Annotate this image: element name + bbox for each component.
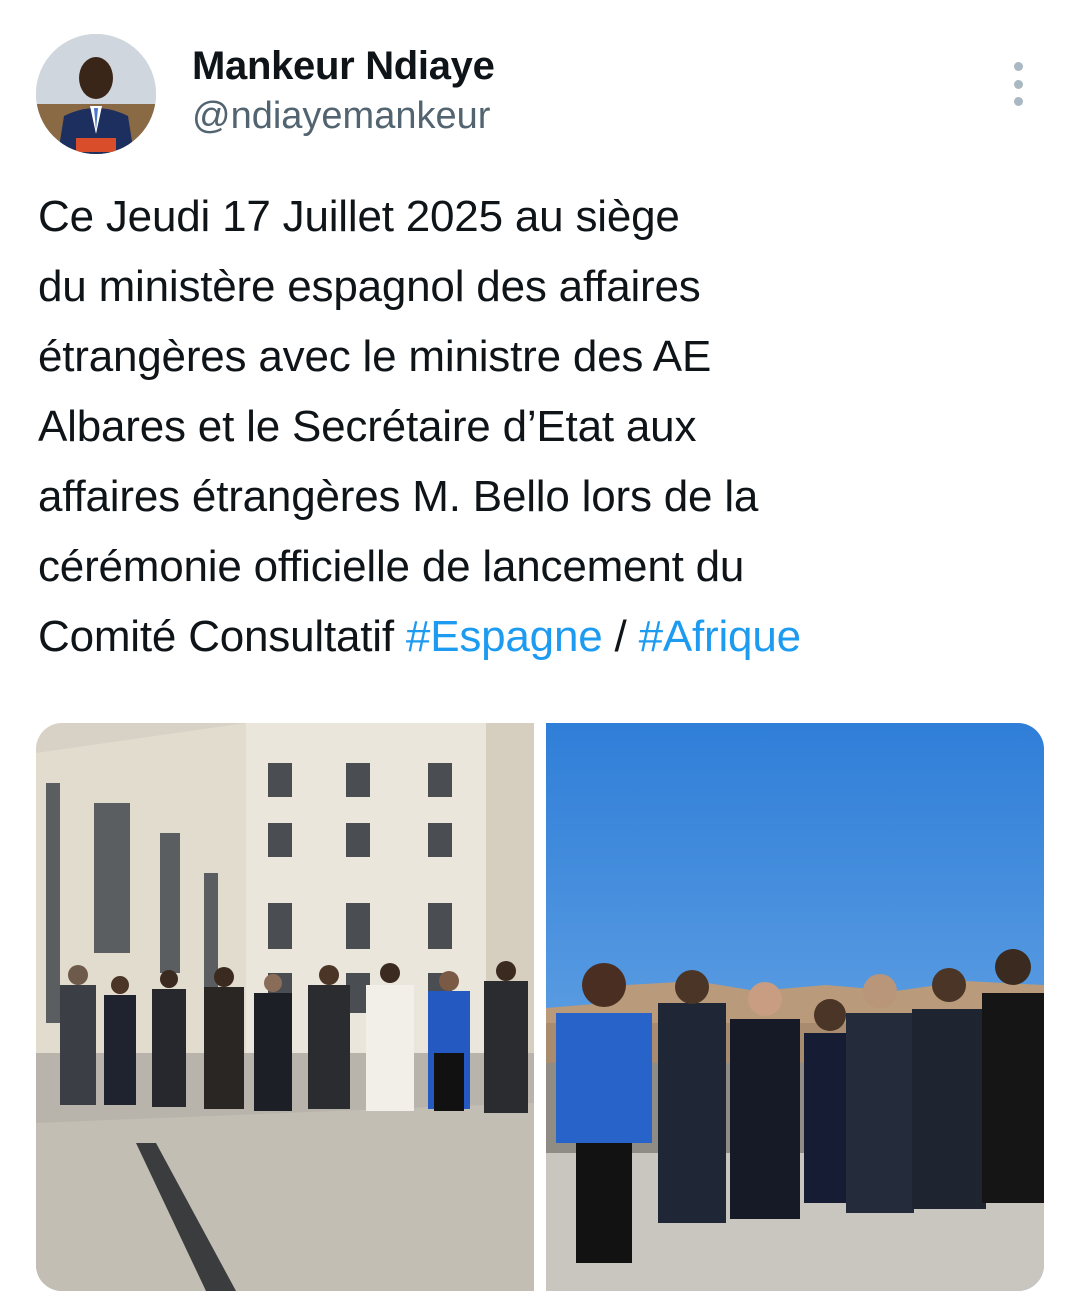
tweet-line: affaires étrangères M. Bello lors de la — [38, 472, 759, 521]
tweet-header: Mankeur Ndiaye @ndiayemankeur — [36, 34, 1046, 156]
tweet-line: Comité Consultatif — [38, 612, 394, 661]
hashtag-espagne[interactable]: #Espagne — [406, 612, 603, 661]
hashtag-afrique[interactable]: #Afrique — [639, 612, 801, 661]
courtyard-photo[interactable] — [36, 723, 534, 1291]
more-vertical-icon[interactable] — [1004, 62, 1032, 106]
author-names: Mankeur Ndiaye @ndiayemankeur — [192, 42, 495, 140]
tweet-line: étrangères avec le ministre des AE — [38, 332, 712, 381]
hashtag-separator: / — [602, 612, 639, 661]
author-avatar[interactable] — [36, 34, 156, 154]
author-display-name[interactable]: Mankeur Ndiaye — [192, 42, 495, 90]
tweet-line: cérémonie officielle de lancement du — [38, 542, 745, 591]
tweet-line: du ministère espagnol des affaires — [38, 262, 701, 311]
more-dot — [1013, 62, 1023, 71]
more-dot — [1013, 97, 1023, 106]
tweet-line: Albares et le Secrétaire d’Etat aux — [38, 402, 697, 451]
tweet-line: Ce Jeudi 17 Juillet 2025 au siège — [38, 192, 680, 241]
author-handle[interactable]: @ndiayemankeur — [192, 92, 495, 140]
courtyard-group-photo — [36, 723, 534, 1291]
tweet-media — [36, 723, 1044, 1291]
tweet-text: Ce Jeudi 17 Juillet 2025 au siège du min… — [38, 182, 1048, 672]
avatar-image — [36, 34, 156, 154]
rooftop-group-photo — [546, 723, 1044, 1291]
more-dot — [1013, 79, 1023, 89]
rooftop-photo[interactable] — [546, 723, 1044, 1291]
